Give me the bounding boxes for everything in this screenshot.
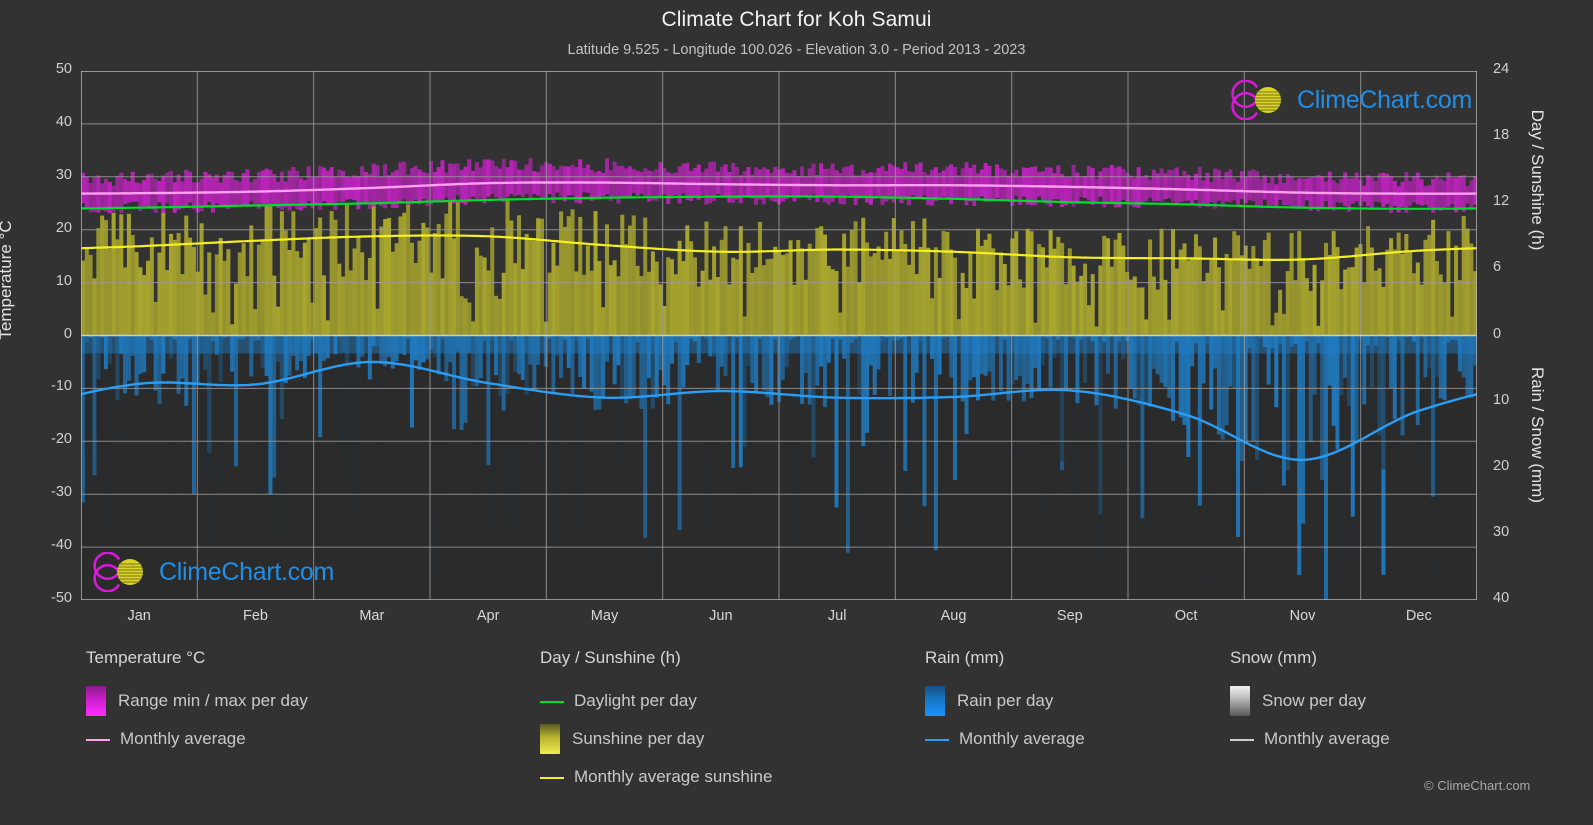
legend-item-label: Monthly average [120, 729, 246, 748]
x-axis-tick: Jul [827, 608, 847, 624]
legend-item-label: Snow per day [1262, 691, 1366, 710]
legend-swatch-line [86, 739, 110, 741]
y-axis-left-tick: -20 [51, 431, 72, 448]
y-axis-left-tick: -40 [51, 537, 72, 554]
climate-chart-svg [81, 71, 1477, 600]
legend-item-label: Daylight per day [574, 691, 697, 710]
legend-swatch-band [1230, 686, 1250, 716]
legend-item[interactable]: Monthly average [86, 720, 308, 758]
x-axis-tick: Apr [476, 608, 500, 624]
x-axis-tick: Oct [1174, 608, 1198, 624]
x-axis-tick: Jun [709, 608, 733, 624]
legend-group-title: Temperature °C [86, 648, 206, 667]
y-axis-left-tick: -50 [51, 590, 72, 606]
y-axis-left-tick: 0 [63, 325, 72, 342]
brand-logo-top: ClimeChart.com [1231, 80, 1472, 120]
legend-group-title: Snow (mm) [1230, 648, 1317, 667]
y-axis-left-tick: 50 [55, 61, 72, 77]
legend-swatch-line [540, 777, 564, 779]
y-axis-right-day-tick: 12 [1493, 193, 1510, 210]
legend-group: Rain (mm) Rain per day Monthly average [925, 648, 1085, 758]
legend-item-label: Monthly average [959, 729, 1085, 748]
x-axis-tick: May [590, 608, 619, 624]
x-axis-tick: Sep [1056, 608, 1083, 624]
y-axis-right-rain-tick: 10 [1493, 391, 1510, 408]
legend-item-label: Sunshine per day [572, 729, 705, 748]
y-axis-right-day-title: Day / Sunshine (h) [1528, 109, 1547, 251]
legend-item[interactable]: Snow per day [1230, 682, 1390, 720]
y-axis-left-tick: 30 [55, 166, 72, 183]
y-axis-left-title: Temperature °C [0, 220, 15, 340]
x-axis-tick: Nov [1289, 608, 1316, 624]
legend-item[interactable]: Monthly average sunshine [540, 758, 772, 796]
legend-group: Snow (mm) Snow per day Monthly average [1230, 648, 1390, 758]
copyright-notice: © ClimeChart.com [1424, 778, 1531, 793]
y-axis-left-tick: 40 [55, 113, 72, 130]
legend-item[interactable]: Daylight per day [540, 682, 772, 720]
y-axis-right-day-tick: 0 [1493, 325, 1502, 342]
page-title: Climate Chart for Koh Samui [661, 8, 932, 31]
y-axis-left-tick: -10 [51, 378, 72, 395]
climechart-logo-icon [1231, 80, 1281, 120]
legend-item[interactable]: Monthly average [1230, 720, 1390, 758]
legend-group-title: Rain (mm) [925, 648, 1005, 667]
legend-swatch-band [540, 724, 560, 754]
x-axis-tick: Jan [127, 608, 151, 624]
y-axis-right-day-tick: 6 [1493, 259, 1502, 276]
legend-swatch-line [540, 701, 564, 703]
x-axis-tick: Aug [940, 608, 967, 624]
legend-item[interactable]: Rain per day [925, 682, 1085, 720]
x-axis-tick: Dec [1405, 608, 1432, 624]
y-axis-right-rain-title: Rain / Snow (mm) [1528, 366, 1547, 504]
legend-swatch-line [1230, 739, 1254, 741]
legend-swatch-line [925, 739, 949, 741]
y-axis-right-rain-tick: 30 [1493, 523, 1510, 540]
legend-item[interactable]: Sunshine per day [540, 720, 772, 758]
x-axis-tick: Feb [243, 608, 268, 624]
x-axis-tick: Mar [359, 608, 385, 624]
legend-swatch-band [86, 686, 106, 716]
legend-item-label: Range min / max per day [118, 691, 308, 710]
legend-swatch-band [925, 686, 945, 716]
y-axis-right-day-tick: 18 [1493, 127, 1510, 144]
legend-item-label: Rain per day [957, 691, 1054, 710]
brand-logo-text: ClimeChart.com [1297, 85, 1472, 114]
legend-item-label: Monthly average sunshine [574, 767, 773, 786]
y-axis-right-day-tick: 24 [1493, 61, 1510, 77]
y-axis-left-tick: 20 [55, 219, 72, 236]
climechart-logo-icon [93, 552, 143, 592]
y-axis-right-rain-tick: 40 [1493, 590, 1510, 606]
climate-chart-page: Climate Chart for Koh Samui Latitude 9.5… [0, 0, 1593, 825]
y-axis-right-rain-tick: 20 [1493, 457, 1510, 474]
chart-legend: Temperature °C Range min / max per day Mon… [0, 648, 1593, 798]
legend-item-label: Monthly average [1264, 729, 1390, 748]
legend-group: Day / Sunshine (h) Daylight per day Sunshi… [540, 648, 772, 796]
legend-group-title: Day / Sunshine (h) [540, 648, 681, 667]
page-subtitle: Latitude 9.525 - Longitude 100.026 - Ele… [567, 42, 1026, 58]
y-axis-left-tick: 10 [55, 272, 72, 289]
brand-logo-bottom: ClimeChart.com [93, 552, 334, 592]
legend-item[interactable]: Monthly average [925, 720, 1085, 758]
y-axis-left-tick: -30 [51, 484, 72, 501]
legend-group: Temperature °C Range min / max per day Mon… [86, 648, 308, 758]
legend-item[interactable]: Range min / max per day [86, 682, 308, 720]
plot-area [81, 71, 1477, 600]
brand-logo-text: ClimeChart.com [159, 557, 334, 586]
